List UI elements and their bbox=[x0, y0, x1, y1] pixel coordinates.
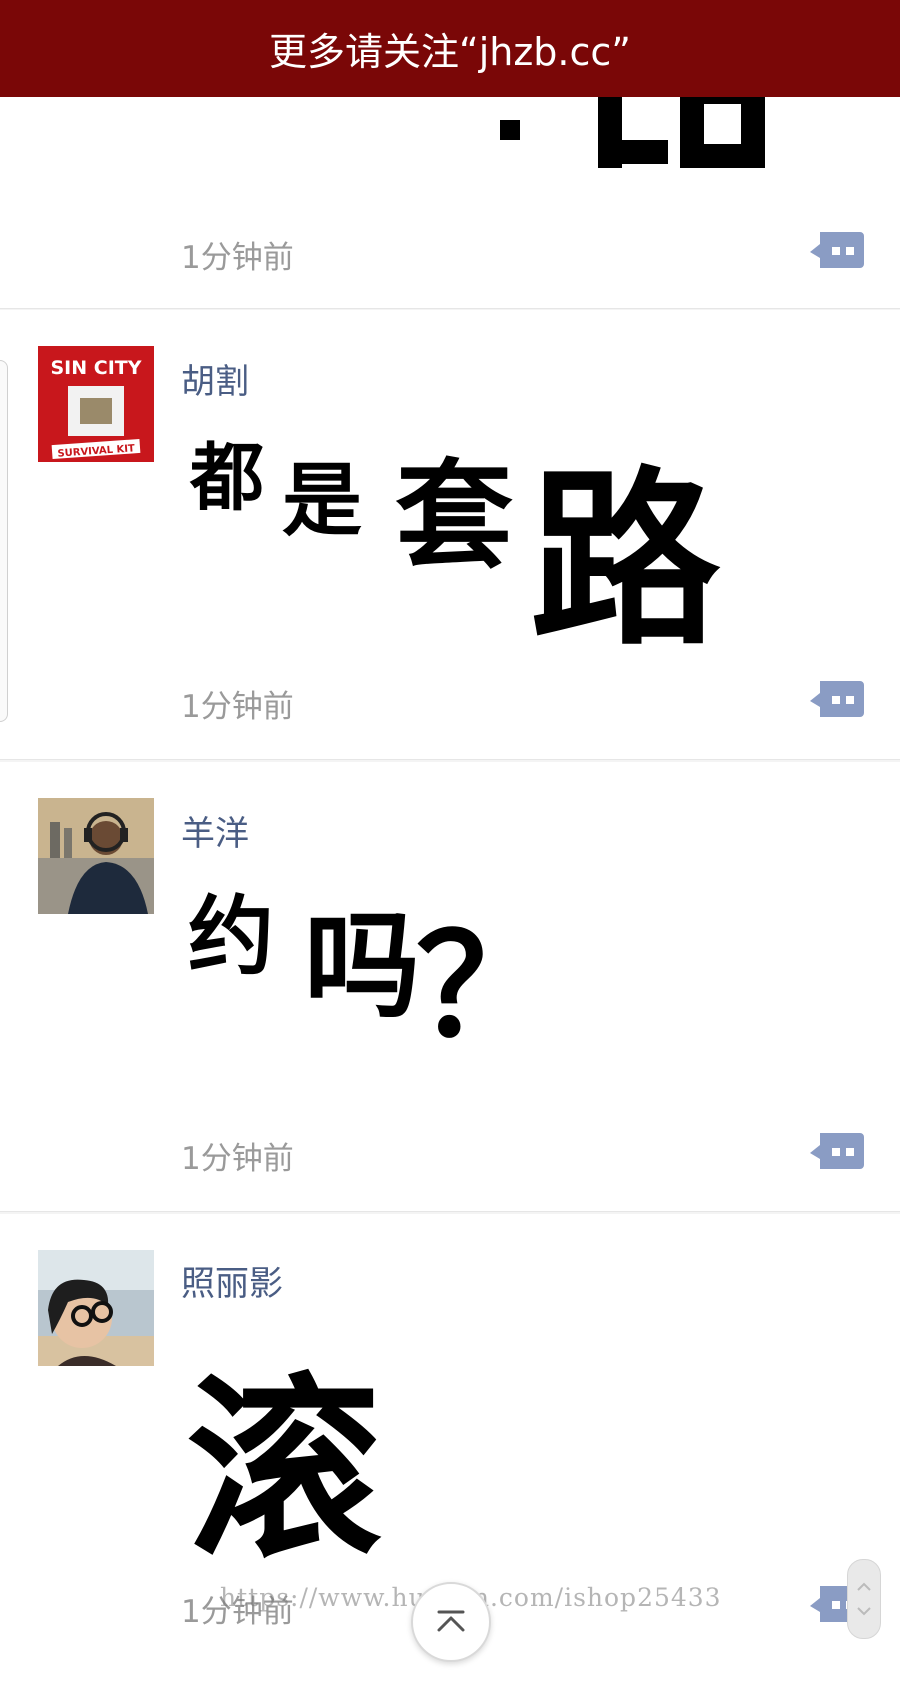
avatar[interactable]: SIN CITY SURVIVAL KIT bbox=[38, 346, 154, 462]
comment-feed: 1分钟前 SIN CITY SURVIVAL KIT 胡割 都 是 套 路 1分… bbox=[0, 0, 900, 1689]
avatar-image: SIN CITY SURVIVAL KIT bbox=[38, 346, 154, 462]
comment-time: 1分钟前 bbox=[181, 1141, 294, 1177]
avatar-caption-top: SIN CITY bbox=[50, 357, 141, 379]
sticker-char: 吗 bbox=[304, 899, 420, 1034]
avatar[interactable] bbox=[38, 798, 154, 914]
sticker-char: ？ bbox=[416, 906, 557, 1069]
back-to-top-button[interactable] bbox=[411, 1582, 491, 1662]
comment-bubble-icon[interactable] bbox=[810, 679, 864, 721]
scroll-thumb[interactable] bbox=[847, 1559, 881, 1639]
up-down-arrows-icon bbox=[857, 1582, 871, 1616]
comment-bubble-icon[interactable] bbox=[810, 1131, 864, 1173]
sticker-char: 滚 bbox=[186, 1357, 383, 1585]
sticker-char: 是 bbox=[282, 454, 362, 547]
avatar-image bbox=[38, 798, 154, 914]
username[interactable]: 羊洋 bbox=[181, 806, 249, 855]
avatar-image bbox=[38, 1250, 154, 1366]
comment-bubble-icon[interactable] bbox=[810, 230, 864, 272]
username[interactable]: 胡割 bbox=[181, 354, 249, 403]
comment-card: SIN CITY SURVIVAL KIT 胡割 都 是 套 路 1分钟前 bbox=[0, 310, 900, 760]
avatar[interactable] bbox=[38, 1250, 154, 1366]
banner-text: 更多请关注“jhzb.cc” bbox=[269, 30, 631, 74]
top-banner: 更多请关注“jhzb.cc” bbox=[0, 0, 900, 97]
sticker-char: 都 bbox=[190, 435, 264, 521]
sticker-char: 路 bbox=[530, 450, 721, 671]
sticker-char: 套 bbox=[395, 447, 514, 585]
comment-time: 1分钟前 bbox=[181, 689, 294, 725]
comment-time: 1分钟前 bbox=[181, 240, 294, 276]
side-handle[interactable] bbox=[0, 360, 8, 722]
comment-card: 羊洋 约 吗 ？ 1分钟前 bbox=[0, 762, 900, 1212]
username[interactable]: 照丽影 bbox=[181, 1256, 283, 1305]
chevron-up-icon bbox=[437, 1610, 465, 1632]
sticker-char: 约 bbox=[188, 887, 274, 987]
